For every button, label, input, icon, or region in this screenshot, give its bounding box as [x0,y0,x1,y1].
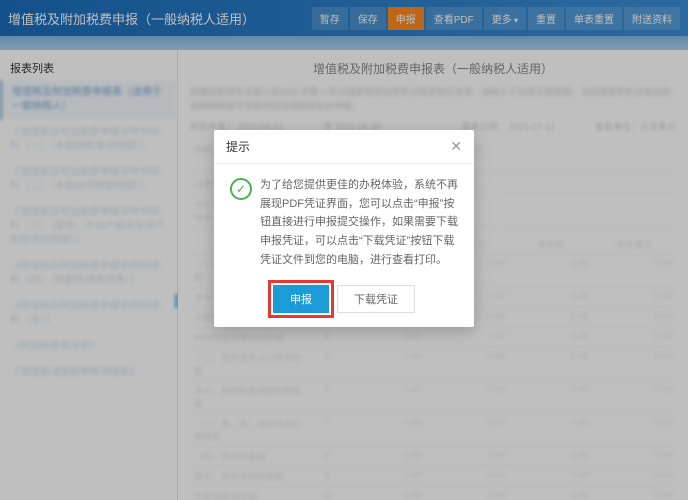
close-icon[interactable]: ✕ [450,138,462,155]
dialog-title: 提示 [226,138,450,155]
dialog-message: 为了给您提供更佳的办税体验，系统不再展现PDF凭证界面，您可以点击“申报”按钮直… [260,176,458,269]
dialog-declare-button[interactable]: 申报 [273,285,329,313]
dialog-header: 提示 ✕ [214,130,474,164]
modal-overlay: 提示 ✕ ✓ 为了给您提供更佳的办税体验，系统不再展现PDF凭证界面，您可以点击… [0,0,688,500]
dialog-footer: 申报 下载凭证 [214,277,474,327]
dialog-body: ✓ 为了给您提供更佳的办税体验，系统不再展现PDF凭证界面，您可以点击“申报”按… [214,164,474,277]
dialog-download-button[interactable]: 下载凭证 [337,285,415,313]
prompt-dialog: 提示 ✕ ✓ 为了给您提供更佳的办税体验，系统不再展现PDF凭证界面，您可以点击… [214,130,474,327]
check-circle-icon: ✓ [230,178,252,200]
